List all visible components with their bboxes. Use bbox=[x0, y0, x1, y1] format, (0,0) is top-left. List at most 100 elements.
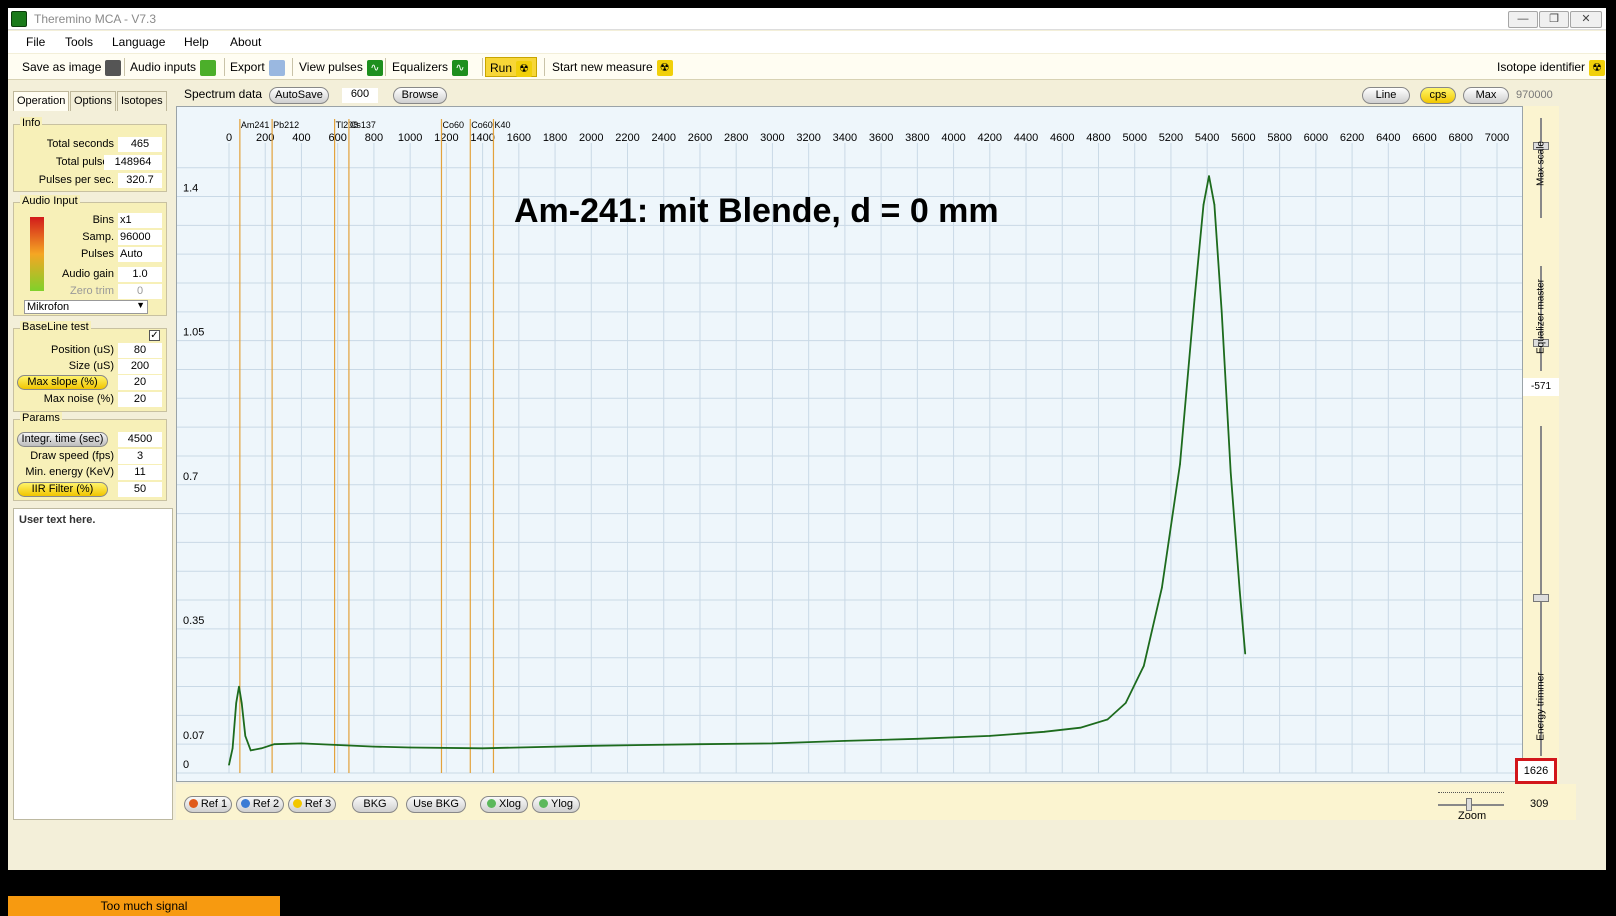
min-energy-value[interactable]: 11 bbox=[118, 465, 162, 480]
integr-button[interactable]: Integr. time (sec) bbox=[17, 432, 108, 447]
spectrum-point bbox=[1229, 471, 1232, 474]
x-tick-label: 5200 bbox=[1159, 132, 1183, 144]
samp-select[interactable]: 96000 bbox=[118, 230, 162, 245]
integr-value[interactable]: 4500 bbox=[118, 432, 162, 447]
line-button[interactable]: Line bbox=[1362, 87, 1410, 104]
menu-help[interactable]: Help bbox=[184, 35, 209, 49]
bins-select[interactable]: x1 bbox=[118, 213, 162, 228]
user-text: User text here. bbox=[19, 514, 96, 526]
max-scale-label: Max scale bbox=[1535, 141, 1547, 187]
autosave-interval[interactable]: 600 bbox=[342, 88, 378, 103]
menu-file[interactable]: File bbox=[26, 35, 45, 49]
ref1-button[interactable]: Ref 1 bbox=[184, 796, 232, 813]
spectrum-point bbox=[1106, 718, 1109, 721]
spectrum-data-label: Spectrum data bbox=[184, 87, 263, 101]
restore-button[interactable]: ❐ bbox=[1539, 11, 1569, 28]
pulses-select[interactable]: Auto bbox=[118, 247, 162, 262]
spectrum-plot-area[interactable]: 0 200 400 600 800 1000 1200 1400 1600 1800 2000 220… bbox=[176, 106, 1523, 782]
x-tick-label: 4600 bbox=[1050, 132, 1074, 144]
menu-about[interactable]: About bbox=[230, 35, 261, 49]
xlog-button[interactable]: Xlog bbox=[480, 796, 528, 813]
close-button[interactable]: ✕ bbox=[1570, 11, 1602, 28]
x-tick-label: 6000 bbox=[1304, 132, 1328, 144]
ref2-button[interactable]: Ref 2 bbox=[236, 796, 284, 813]
ref1-dot-icon bbox=[188, 799, 198, 808]
device-value: Mikrofon bbox=[27, 301, 70, 313]
audio-input-group: Audio Input Bins x1 Samp. 96000 Pulses Auto… bbox=[13, 195, 167, 316]
total-seconds-row: Total seconds 465 bbox=[14, 137, 164, 153]
toolbar-separator bbox=[482, 58, 483, 76]
autosave-button[interactable]: AutoSave bbox=[269, 87, 329, 104]
tab-operation[interactable]: Operation bbox=[13, 91, 70, 111]
info-group: Info Total seconds 465 Total pulses 148964… bbox=[13, 117, 167, 192]
export-button[interactable]: Export bbox=[226, 57, 289, 77]
total-pulses-value: 148964 bbox=[104, 155, 162, 170]
spectrum-point bbox=[409, 746, 411, 749]
max-slope-value[interactable]: 20 bbox=[118, 375, 162, 390]
user-text-area[interactable]: User text here. bbox=[13, 508, 173, 820]
camera-icon bbox=[105, 59, 122, 76]
x-tick-label: 2000 bbox=[579, 132, 603, 144]
zero-trim-value[interactable]: 0 bbox=[118, 284, 162, 299]
tab-isotopes[interactable]: Isotopes bbox=[117, 91, 167, 111]
save-image-button[interactable]: Save as image bbox=[18, 57, 125, 77]
xlog-dot-icon bbox=[486, 799, 496, 808]
spectrum-point bbox=[1043, 731, 1045, 733]
baseline-title: BaseLine test bbox=[20, 321, 91, 333]
spectrum-point bbox=[273, 743, 276, 745]
bkg-button[interactable]: BKG bbox=[352, 796, 398, 813]
equalizers-button[interactable]: Equalizers ∿ bbox=[388, 57, 472, 77]
audio-inputs-button[interactable]: Audio inputs bbox=[126, 57, 220, 77]
equalizer-wave-icon: ∿ bbox=[452, 59, 469, 76]
ylog-button[interactable]: Ylog bbox=[532, 796, 580, 813]
save-image-label: Save as image bbox=[22, 60, 102, 74]
spectrum-point bbox=[916, 738, 919, 740]
title-bar: Theremino MCA - V7.3 — ❐ ✕ bbox=[8, 8, 1606, 30]
max-slope-row: Max slope (%) 20 bbox=[14, 375, 164, 391]
run-button[interactable]: Run ☢ bbox=[485, 57, 538, 77]
energy-trimmer-label: Energy trimmer bbox=[1535, 672, 1547, 741]
menu-language[interactable]: Language bbox=[112, 35, 165, 49]
max-slope-button[interactable]: Max slope (%) bbox=[17, 375, 108, 390]
gain-value[interactable]: 1.0 bbox=[118, 267, 162, 282]
ref3-button[interactable]: Ref 3 bbox=[288, 796, 336, 813]
spectrum-point bbox=[590, 745, 593, 747]
device-select[interactable]: Mikrofon ▼ bbox=[24, 300, 148, 314]
start-new-measure-button[interactable]: Start new measure ☢ bbox=[548, 57, 677, 77]
max-noise-value[interactable]: 20 bbox=[118, 392, 162, 407]
export-label: Export bbox=[230, 60, 265, 74]
browse-button[interactable]: Browse bbox=[393, 87, 447, 104]
equalizer-value: -571 bbox=[1523, 378, 1559, 396]
use-bkg-button[interactable]: Use BKG bbox=[406, 796, 466, 813]
baseline-checkbox[interactable]: ✓ bbox=[149, 330, 160, 341]
xlog-label: Xlog bbox=[498, 798, 522, 810]
view-pulses-button[interactable]: View pulses ∿ bbox=[295, 57, 387, 77]
isotope-identifier-button[interactable]: Isotope identifier ☢ bbox=[1493, 57, 1609, 77]
max-value: 970000 bbox=[1516, 89, 1553, 101]
cps-button[interactable]: cps bbox=[1420, 87, 1456, 104]
iir-filter-value[interactable]: 50 bbox=[118, 482, 162, 497]
toolbar-separator bbox=[544, 58, 545, 76]
spectrum-point bbox=[1079, 726, 1082, 729]
spectrum-point bbox=[240, 702, 243, 704]
x-tick-label: 4800 bbox=[1086, 132, 1110, 144]
x-tick-label: 3000 bbox=[760, 132, 784, 144]
energy-trimmer-handle[interactable] bbox=[1533, 594, 1549, 602]
size-value[interactable]: 200 bbox=[118, 359, 162, 374]
spectrum-point bbox=[1161, 586, 1163, 589]
tab-options[interactable]: Options bbox=[70, 91, 116, 111]
x-tick-label: 0 bbox=[226, 132, 232, 144]
start-new-label: Start new measure bbox=[552, 60, 653, 74]
samp-label: Samp. bbox=[82, 231, 114, 243]
spectrum-chart: 0 200 400 600 800 1000 1200 1400 1600 1800 2000 220… bbox=[177, 119, 1522, 774]
x-tick-label: 4200 bbox=[978, 132, 1002, 144]
right-slider-panel: Max scale Equalizer master -571 Energy t… bbox=[1523, 106, 1559, 782]
menu-tools[interactable]: Tools bbox=[65, 35, 93, 49]
y-tick-label: 1.05 bbox=[183, 327, 204, 339]
minimize-button[interactable]: — bbox=[1508, 11, 1538, 28]
iir-filter-button[interactable]: IIR Filter (%) bbox=[17, 482, 108, 497]
draw-speed-value[interactable]: 3 bbox=[118, 449, 162, 464]
max-button[interactable]: Max bbox=[1463, 87, 1509, 104]
ylog-label: Ylog bbox=[550, 798, 574, 810]
position-value[interactable]: 80 bbox=[118, 343, 162, 358]
